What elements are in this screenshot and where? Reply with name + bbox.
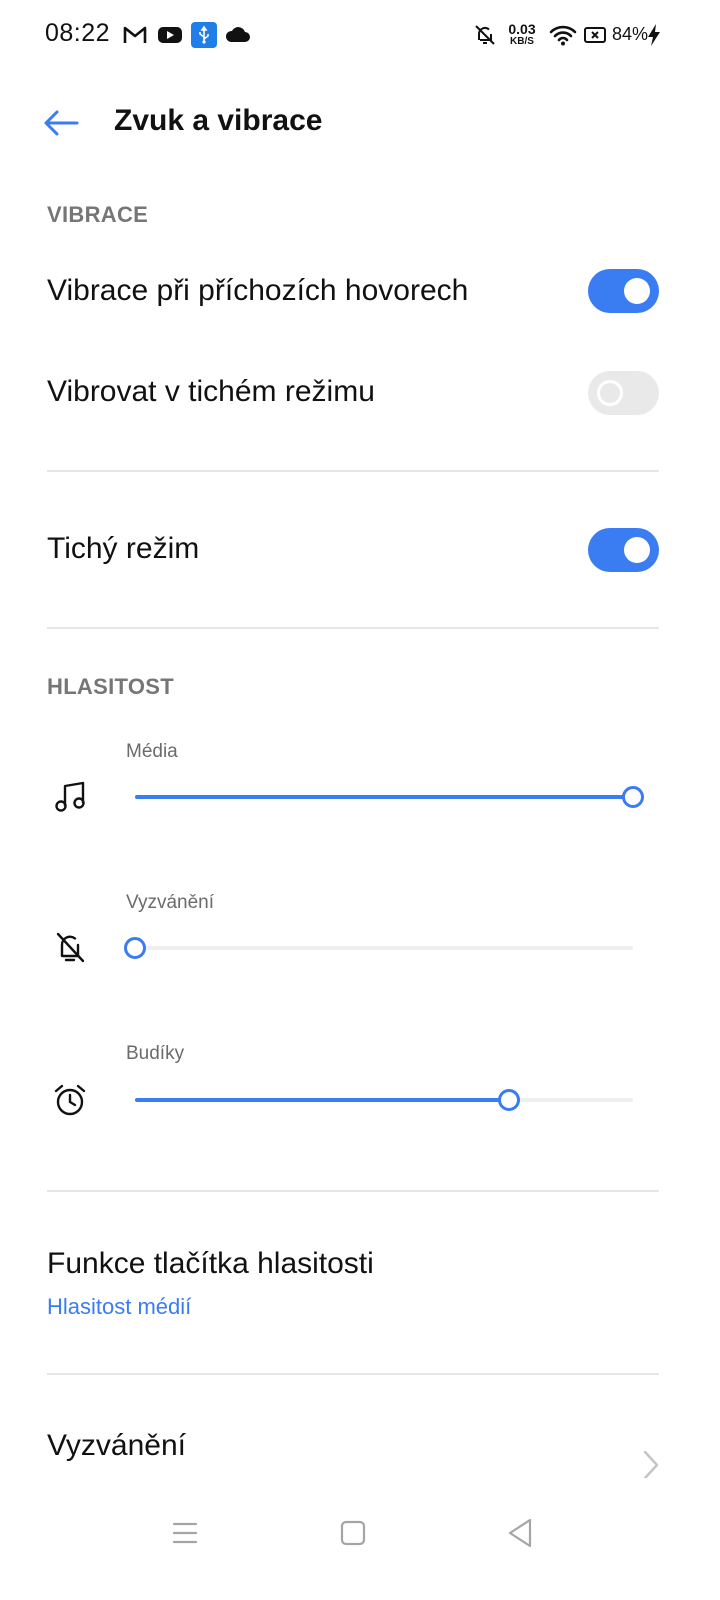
back-triangle-icon	[508, 1518, 532, 1548]
net-speed-unit: KB/S	[510, 36, 534, 47]
vibrate-silent-mode-toggle[interactable]	[588, 371, 659, 415]
music-note-icon	[50, 777, 90, 817]
mute-bell-icon	[472, 22, 498, 48]
volume-button-function-value[interactable]: Hlasitost médií	[47, 1294, 191, 1320]
divider	[47, 627, 659, 629]
toggle-knob	[597, 380, 623, 406]
ringtone-item[interactable]: Vyzvánění	[47, 1429, 186, 1463]
slider-thumb[interactable]	[497, 1089, 520, 1111]
cloud-icon	[225, 22, 251, 48]
net-speed: 0.03 KB/S	[505, 22, 539, 47]
volume-button-function-item[interactable]: Funkce tlačítka hlasitosti	[47, 1247, 374, 1281]
menu-nav-button[interactable]	[155, 1508, 215, 1558]
toggle-knob	[624, 278, 650, 304]
net-speed-value: 0.03	[508, 21, 536, 37]
gmail-icon	[122, 22, 148, 48]
divider	[47, 470, 659, 472]
ring-volume-label: Vyzvánění	[126, 892, 215, 913]
silent-mode-label: Tichý režim	[47, 532, 200, 565]
slider-thumb[interactable]	[124, 937, 146, 959]
menu-icon	[172, 1522, 198, 1544]
page-title: Zvuk a vibrace	[114, 104, 323, 137]
home-nav-button[interactable]	[323, 1508, 383, 1558]
navigation-bar	[0, 1490, 720, 1600]
charging-icon	[645, 22, 663, 48]
wifi-icon	[548, 22, 578, 48]
divider	[47, 1190, 659, 1192]
alarm-volume-label: Budíky	[126, 1043, 185, 1064]
back-button[interactable]	[38, 103, 84, 143]
back-nav-button[interactable]	[490, 1508, 550, 1558]
slider-fill	[135, 1098, 509, 1102]
silent-mode-toggle[interactable]	[588, 528, 659, 572]
alarm-volume-slider[interactable]	[135, 1082, 633, 1118]
youtube-icon	[157, 22, 183, 48]
media-volume-label: Média	[126, 741, 178, 762]
sound-vibration-screen: 08:22 0.03 KB/S 84% Zvuk a vibrace VIBRA…	[0, 0, 720, 1600]
vibrate-incoming-calls-label: Vibrace při příchozích hovorech	[47, 274, 469, 307]
back-arrow-icon	[44, 110, 79, 136]
status-bar: 08:22 0.03 KB/S 84%	[0, 0, 720, 72]
home-square-icon	[340, 1520, 366, 1546]
usb-icon	[191, 22, 217, 48]
media-volume-slider[interactable]	[135, 779, 644, 815]
toggle-knob	[624, 537, 650, 563]
section-header-volume: HLASITOST	[47, 674, 174, 699]
battery-percent: 84%	[612, 24, 649, 44]
section-header-vibration: VIBRACE	[47, 202, 149, 227]
vibrate-incoming-calls-toggle[interactable]	[588, 269, 659, 313]
slider-thumb[interactable]	[622, 786, 644, 808]
slider-fill	[135, 795, 633, 799]
slider-track	[135, 946, 633, 950]
status-time: 08:22	[45, 19, 111, 47]
ring-volume-slider[interactable]	[124, 930, 633, 966]
alarm-clock-icon	[50, 1080, 90, 1120]
bell-off-icon	[50, 928, 90, 968]
vibrate-silent-mode-label: Vibrovat v tichém režimu	[47, 375, 375, 408]
battery-saver-icon	[582, 22, 608, 48]
chevron-right-icon[interactable]	[638, 1448, 664, 1482]
divider	[47, 1373, 659, 1375]
